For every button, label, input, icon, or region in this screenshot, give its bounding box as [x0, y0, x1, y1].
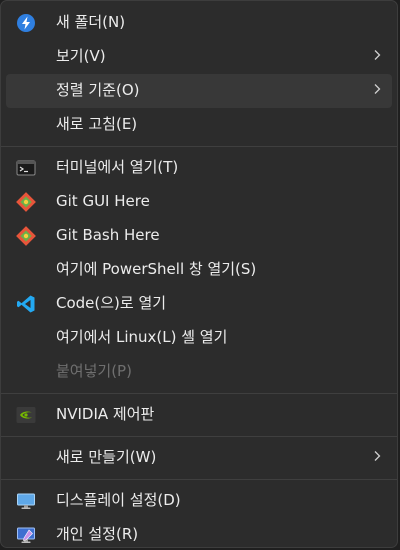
- menu-item-view[interactable]: 보기(V): [6, 40, 392, 74]
- menu-item-label: NVIDIA 제어판: [56, 405, 155, 423]
- separator: [1, 436, 397, 437]
- nvidia-icon: [16, 405, 36, 425]
- menu-item-label: 디스플레이 설정(D): [56, 491, 181, 509]
- separator: [1, 146, 397, 147]
- vscode-icon: [16, 294, 36, 314]
- menu-item-open-powershell[interactable]: 여기에 PowerShell 창 열기(S): [6, 253, 392, 287]
- menu-item-new-folder[interactable]: 새 폴더(N): [6, 6, 392, 40]
- menu-item-display-settings[interactable]: 디스플레이 설정(D): [6, 484, 392, 518]
- menu-item-label: Code(으)로 열기: [56, 294, 167, 312]
- context-menu: 새 폴더(N) 보기(V) 정렬 기준(O) 새로 고침(E) 터미널에서 열기…: [0, 0, 398, 548]
- menu-item-label: 새로 만들기(W): [56, 448, 157, 466]
- menu-item-label: 개인 설정(R): [56, 525, 139, 543]
- menu-item-label: Git Bash Here: [56, 226, 160, 244]
- menu-item-label: Git GUI Here: [56, 192, 150, 210]
- menu-item-label: 터미널에서 열기(T): [56, 158, 179, 176]
- menu-item-label: 정렬 기준(O): [56, 81, 140, 99]
- terminal-icon: [16, 158, 36, 178]
- menu-item-open-linux-shell[interactable]: 여기에서 Linux(L) 셸 열기: [6, 321, 392, 355]
- menu-item-label: 여기에서 Linux(L) 셸 열기: [56, 328, 228, 346]
- git-icon: [16, 192, 36, 212]
- menu-item-label: 새로 고침(E): [56, 115, 138, 133]
- menu-item-paste: 붙여넣기(P): [6, 355, 392, 389]
- menu-item-label: 여기에 PowerShell 창 열기(S): [56, 260, 257, 278]
- menu-item-open-terminal[interactable]: 터미널에서 열기(T): [6, 151, 392, 185]
- menu-item-refresh[interactable]: 새로 고침(E): [6, 108, 392, 142]
- separator: [1, 393, 397, 394]
- menu-item-open-with-code[interactable]: Code(으)로 열기: [6, 287, 392, 321]
- menu-item-label: 붙여넣기(P): [56, 362, 132, 380]
- personalize-icon: [16, 525, 36, 545]
- menu-item-sort-by[interactable]: 정렬 기준(O): [6, 74, 392, 108]
- menu-item-personalize[interactable]: 개인 설정(R): [6, 518, 392, 547]
- new-folder-icon: [16, 13, 36, 33]
- chevron-right-icon: [372, 82, 382, 96]
- menu-item-label: 보기(V): [56, 47, 106, 65]
- menu-item-new[interactable]: 새로 만들기(W): [6, 441, 392, 475]
- menu-item-git-bash[interactable]: Git Bash Here: [6, 219, 392, 253]
- separator: [1, 479, 397, 480]
- chevron-right-icon: [372, 48, 382, 62]
- menu-item-nvidia-control-panel[interactable]: NVIDIA 제어판: [6, 398, 392, 432]
- chevron-right-icon: [372, 449, 382, 463]
- display-icon: [16, 491, 36, 511]
- menu-item-git-gui[interactable]: Git GUI Here: [6, 185, 392, 219]
- menu-item-label: 새 폴더(N): [56, 13, 126, 31]
- git-icon: [16, 226, 36, 246]
